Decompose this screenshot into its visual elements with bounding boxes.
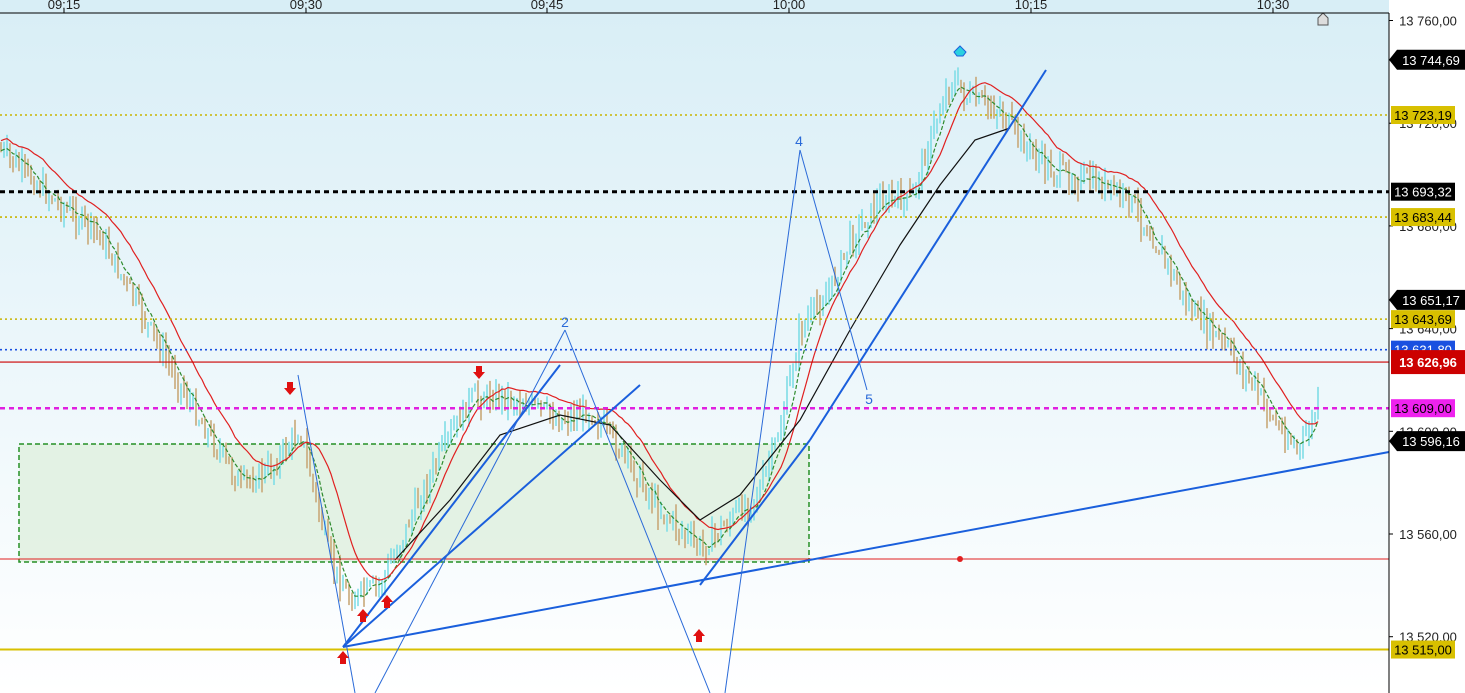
price-tag[interactable]: 13 683,44 xyxy=(1391,208,1455,227)
x-tick-label: 09:15 xyxy=(48,0,81,12)
price-tag[interactable]: 13 515,00 xyxy=(1391,640,1455,659)
price-tag-label: 13 651,17 xyxy=(1402,293,1460,308)
y-tick-label: 13 560,00 xyxy=(1399,527,1457,542)
x-tick-label: 09:45 xyxy=(531,0,564,12)
chart-canvas[interactable]: 2 4 5 09:15 09:30 09:45 10:00 10:15 10:30 13 760… xyxy=(0,0,1465,693)
x-tick-label: 10:15 xyxy=(1015,0,1048,12)
price-tag-label: 13 683,44 xyxy=(1394,210,1452,225)
price-tag-label: 13 744,69 xyxy=(1402,53,1460,68)
price-tag-label: 13 626,96 xyxy=(1399,355,1457,370)
price-tag-label: 13 515,00 xyxy=(1394,643,1452,658)
price-tag-label: 13 723,19 xyxy=(1394,108,1452,123)
wave-label: 4 xyxy=(795,133,803,149)
plot-background xyxy=(0,0,1389,693)
price-tag[interactable]: 13 643,69 xyxy=(1391,310,1455,329)
price-tag-label: 13 693,32 xyxy=(1394,185,1452,200)
price-tag[interactable]: 13 744,69 xyxy=(1389,49,1465,70)
price-tag[interactable]: 13 651,17 xyxy=(1389,289,1465,310)
price-tag[interactable]: 13 626,96 xyxy=(1391,350,1465,375)
x-tick-label: 09:30 xyxy=(290,0,323,12)
price-tag-label: 13 596,16 xyxy=(1402,434,1460,449)
price-tag[interactable]: 13 693,32 xyxy=(1391,182,1455,201)
wave-label: 2 xyxy=(561,314,569,330)
chart[interactable]: 2 4 5 09:15 09:30 09:45 10:00 10:15 10:30 13 760… xyxy=(0,0,1465,693)
x-tick-label: 10:00 xyxy=(773,0,806,12)
price-tag[interactable]: 13 609,00 xyxy=(1391,399,1455,418)
x-tick-label: 10:30 xyxy=(1257,0,1290,12)
y-tick-label: 13 760,00 xyxy=(1399,14,1457,29)
price-tag-label: 13 609,00 xyxy=(1394,401,1452,416)
price-tag[interactable]: 13 596,16 xyxy=(1389,431,1465,452)
price-tag[interactable]: 13 723,19 xyxy=(1391,106,1455,125)
wave-label: 5 xyxy=(865,391,873,407)
level-anchor-dot[interactable] xyxy=(957,556,963,562)
price-tag-label: 13 643,69 xyxy=(1394,312,1452,327)
